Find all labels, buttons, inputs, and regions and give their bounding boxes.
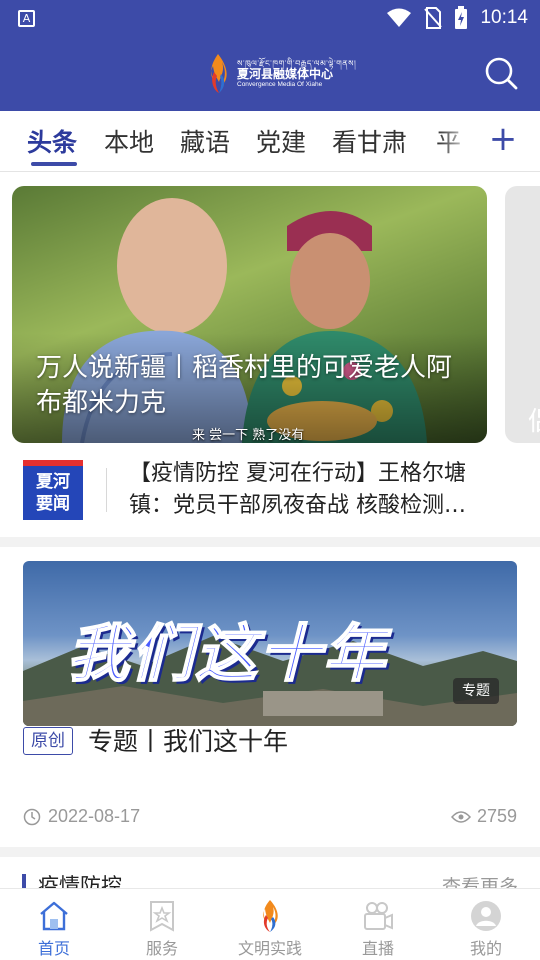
wifi-icon	[387, 8, 412, 27]
article-view-count: 2759	[476, 806, 517, 826]
nav-live[interactable]: 直播	[324, 889, 432, 960]
profile-icon	[471, 901, 501, 931]
notification-a-icon: A	[18, 10, 35, 27]
badge-line-1: 夏河	[36, 472, 70, 492]
logo-chinese-text: 夏河县融媒体中心	[237, 67, 334, 81]
app-header: A 10:14 ས་ཁུལ་རྫོང་ཁག་གི་བརྒྱུད་ལམ་ལྟེ་ག…	[0, 0, 540, 111]
flame-logo-icon	[263, 900, 278, 932]
article-banner-image: 我们这十年 专题	[23, 561, 517, 726]
banner-topic-tag: 专题	[453, 678, 499, 704]
tab-tibetan[interactable]: 藏语	[180, 123, 230, 159]
home-icon	[40, 901, 68, 931]
clock-icon	[23, 808, 41, 826]
view-more-link[interactable]: 查看更多	[442, 872, 518, 888]
tab-party[interactable]: 党建	[256, 123, 306, 159]
section-divider-2	[0, 847, 540, 857]
nav-profile[interactable]: 我的	[432, 889, 540, 960]
no-sim-icon	[424, 7, 443, 29]
bottom-navigation: 首页 服务 文明实践 直播 我的	[0, 888, 540, 960]
add-channel-button[interactable]: +	[486, 117, 520, 161]
news-feed: 万人说新疆丨稻香村里的可爱老人阿布都米力克 来 尝一下 熟了没有 侣 夏河 要闻…	[0, 172, 540, 888]
article-card[interactable]: 我们这十年 专题 原创 专题丨我们这十年 2022-08-17 2759	[0, 547, 540, 847]
logo-english-text: Convergence Media Of Xiahe	[237, 81, 323, 88]
article-date: 2022-08-17	[48, 806, 141, 826]
clock-time: 10:14	[480, 7, 528, 28]
battery-charging-icon	[455, 6, 468, 29]
original-tag: 原创	[23, 727, 73, 755]
banner-title: 我们这十年	[66, 616, 388, 691]
carousel-next-slide[interactable]: 侣	[505, 186, 540, 443]
nav-civilization-label: 文明实践	[237, 939, 302, 958]
news-ticker[interactable]: 夏河 要闻 【疫情防控 夏河在行动】王格尔塘镇：党员干部夙夜奋战 核酸检测…	[0, 443, 540, 537]
xiahe-news-badge: 夏河 要闻	[23, 460, 83, 520]
live-camera-icon	[364, 902, 393, 930]
ticker-divider	[106, 468, 107, 512]
service-icon	[150, 901, 174, 932]
tab-gansu[interactable]: 看甘肃	[332, 123, 407, 159]
carousel-slide[interactable]: 万人说新疆丨稻香村里的可爱老人阿布都米力克 来 尝一下 熟了没有	[12, 186, 487, 443]
eye-icon	[451, 811, 471, 823]
article-title[interactable]: 专题丨我们这十年	[88, 722, 288, 758]
carousel-video-caption: 来 尝一下 熟了没有	[192, 428, 305, 443]
tabs-fade-overlay	[438, 111, 482, 171]
section-divider	[0, 537, 540, 547]
search-icon[interactable]	[484, 56, 518, 90]
flame-logo-icon	[211, 54, 227, 93]
active-tab-indicator	[31, 162, 77, 166]
nav-service-label: 服务	[145, 939, 178, 958]
channel-tabs: 头条 本地 藏语 党建 看甘肃 平 +	[0, 111, 540, 172]
ticker-headline[interactable]: 【疫情防控 夏河在行动】王格尔塘镇：党员干部夙夜奋战 核酸检测…	[129, 458, 509, 522]
tab-local[interactable]: 本地	[104, 123, 154, 159]
nav-profile-label: 我的	[469, 939, 502, 958]
nav-service[interactable]: 服务	[108, 889, 216, 960]
section-title: 疫情防控	[38, 874, 122, 888]
nav-home-label: 首页	[37, 939, 70, 958]
tab-headlines[interactable]: 头条	[27, 123, 77, 159]
app-logo: ས་ཁུལ་རྫོང་ཁག་གི་བརྒྱུད་ལམ་ལྟེ་གནས། 夏河县融…	[205, 52, 356, 94]
carousel-next-title: 侣	[528, 401, 540, 438]
nav-home[interactable]: 首页	[0, 889, 108, 960]
status-icons: 10:14	[386, 6, 528, 30]
nav-civilization[interactable]: 文明实践	[216, 889, 324, 960]
status-bar: A 10:14	[0, 0, 540, 36]
carousel-title: 万人说新疆丨稻香村里的可爱老人阿布都米力克	[36, 353, 453, 418]
badge-line-2: 要闻	[36, 494, 70, 514]
section-accent-bar	[22, 874, 26, 888]
nav-live-label: 直播	[361, 939, 394, 958]
